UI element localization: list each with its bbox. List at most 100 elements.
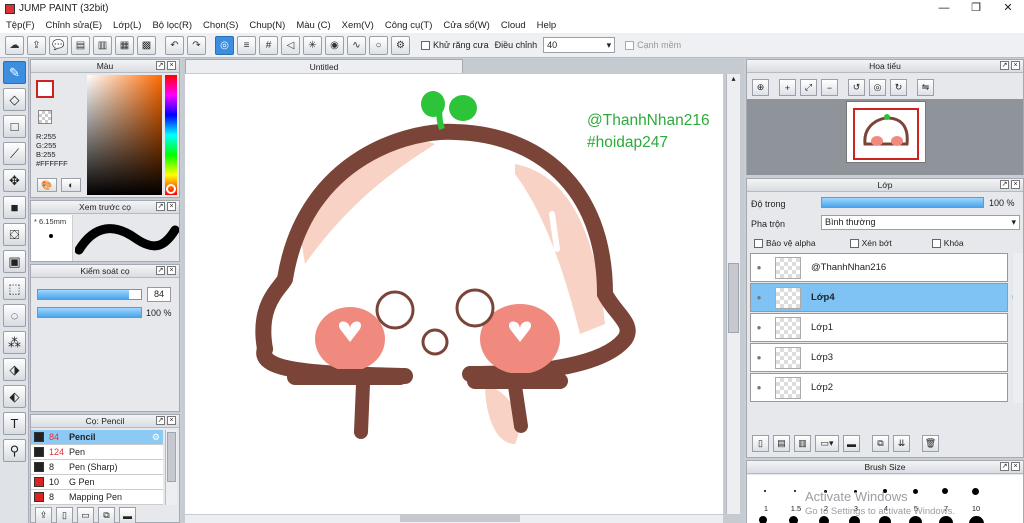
- protect-alpha-checkbox[interactable]: [754, 238, 763, 248]
- layer-opacity-slider[interactable]: [821, 197, 984, 208]
- panel-float-icon[interactable]: ↗: [1000, 61, 1009, 70]
- brush-size-dot[interactable]: [849, 516, 860, 523]
- canvas-horizontal-scrollbar[interactable]: [185, 515, 723, 523]
- selection-none-icon[interactable]: ◎: [215, 35, 234, 55]
- color-history-icon[interactable]: ◐: [61, 178, 81, 192]
- snap-settings-icon[interactable]: ⚙: [391, 35, 410, 55]
- brush-row[interactable]: 8 Pen (Sharp): [31, 460, 163, 475]
- magic-wand-tool-icon[interactable]: ⁂: [3, 331, 26, 354]
- adjust-dropdown[interactable]: 40 ▾: [543, 37, 616, 53]
- brush-size-dot[interactable]: [764, 490, 766, 492]
- panel-close-icon[interactable]: ×: [1011, 462, 1020, 471]
- brush-size-slider[interactable]: [37, 289, 142, 300]
- menu-capture[interactable]: Chup(N): [249, 20, 285, 31]
- curve-icon[interactable]: ∿: [347, 35, 366, 55]
- concentric-icon[interactable]: ◉: [325, 35, 344, 55]
- brush-add-icon[interactable]: ▭: [77, 507, 94, 523]
- add-layer-menu-icon[interactable]: ▭▾: [815, 435, 839, 452]
- close-button[interactable]: ✕: [992, 0, 1024, 17]
- menu-window[interactable]: Cửa sổ(W): [443, 20, 489, 31]
- panel-float-icon[interactable]: ↗: [1000, 462, 1009, 471]
- brush-size-dot[interactable]: [794, 490, 796, 492]
- grid-settings-icon[interactable]: ▩: [137, 35, 156, 55]
- brush-row[interactable]: 84 Pencil ⚙: [31, 430, 163, 445]
- rotate-left-icon[interactable]: ↺: [848, 79, 865, 96]
- perspective-icon[interactable]: ◁: [281, 35, 300, 55]
- brush-size-dot[interactable]: [759, 516, 767, 523]
- hatch-icon[interactable]: ≡: [237, 35, 256, 55]
- lasso-tool-icon[interactable]: ◌: [3, 304, 26, 327]
- brush-opacity-slider[interactable]: [37, 307, 142, 318]
- canvas-tab[interactable]: Untitled: [185, 59, 463, 73]
- maximize-button[interactable]: ❐: [960, 0, 992, 17]
- bucket-tool-icon[interactable]: ⛋: [3, 223, 26, 246]
- new-folder-layer-icon[interactable]: ▥: [794, 435, 811, 452]
- scroll-thumb[interactable]: [728, 263, 739, 333]
- brush-size-dot[interactable]: [942, 488, 948, 494]
- cloud-icon[interactable]: ☁: [5, 35, 24, 55]
- gradient-tool-icon[interactable]: ▣: [3, 250, 26, 273]
- primary-color-swatch[interactable]: [36, 80, 54, 98]
- brush-size-dot[interactable]: [879, 516, 891, 523]
- zoom-icon[interactable]: ⊕: [752, 79, 769, 96]
- drawing-canvas[interactable]: @ThanhNhan216 #hoidap247: [185, 74, 723, 514]
- layer-row[interactable]: ● Lớp2: [750, 373, 1008, 402]
- menu-file[interactable]: Tệp(F): [6, 20, 35, 31]
- panel-float-icon[interactable]: ↗: [156, 61, 165, 70]
- menu-layer[interactable]: Lớp(L): [113, 20, 141, 31]
- antialias-checkbox[interactable]: [421, 40, 430, 50]
- layer-row[interactable]: ● @ThanhNhan216: [750, 253, 1008, 282]
- blend-mode-dropdown[interactable]: Bình thường ▾: [821, 215, 1020, 230]
- brush-row[interactable]: 124 Pen: [31, 445, 163, 460]
- brush-list-scrollbar[interactable]: [165, 430, 177, 505]
- brush-row[interactable]: 10 G Pen: [31, 475, 163, 490]
- new-layer-icon[interactable]: ▯: [752, 435, 769, 452]
- brush-size-dot[interactable]: [789, 516, 798, 523]
- panel-close-icon[interactable]: ×: [1011, 61, 1020, 70]
- transparent-color-swatch[interactable]: [38, 110, 52, 124]
- eyedropper-tool-icon[interactable]: ⚲: [3, 439, 26, 462]
- rotate-reset-icon[interactable]: ◎: [869, 79, 886, 96]
- select-pen-tool-icon[interactable]: ⬗: [3, 358, 26, 381]
- visibility-icon[interactable]: ●: [751, 383, 767, 392]
- duplicate-layer-icon[interactable]: ⧉: [872, 435, 889, 452]
- brush-row[interactable]: 8 Mapping Pen: [31, 490, 163, 505]
- redo-icon[interactable]: ↷: [187, 35, 206, 55]
- merge-layer-icon[interactable]: ⇊: [893, 435, 910, 452]
- folder-icon[interactable]: ▬: [843, 435, 860, 452]
- flip-icon[interactable]: ⇋: [917, 79, 934, 96]
- visibility-icon[interactable]: ●: [751, 293, 767, 302]
- layer-row[interactable]: ●Lớp4⚙: [750, 283, 1021, 312]
- brush-size-dot[interactable]: [912, 488, 918, 494]
- new-layer-copy-icon[interactable]: ▤: [773, 435, 790, 452]
- menu-select[interactable]: Chọn(S): [203, 20, 238, 31]
- radial-icon[interactable]: ✳: [303, 35, 322, 55]
- panel-close-icon[interactable]: ×: [167, 61, 176, 70]
- panel-close-icon[interactable]: ×: [167, 266, 176, 275]
- menu-tools[interactable]: Công cụ(T): [385, 20, 433, 31]
- layer-row[interactable]: ● Lớp1: [750, 313, 1008, 342]
- menu-help[interactable]: Help: [537, 20, 557, 31]
- panel-close-icon[interactable]: ×: [1011, 180, 1020, 189]
- canvas-vertical-scrollbar[interactable]: ▴: [726, 74, 740, 514]
- select-eraser-tool-icon[interactable]: ⬖: [3, 385, 26, 408]
- layer-list-scrollbar[interactable]: [1013, 253, 1023, 403]
- menu-filter[interactable]: Bộ lọc(R): [152, 20, 192, 31]
- upload-icon[interactable]: ⇪: [27, 35, 46, 55]
- lock-checkbox[interactable]: [931, 238, 941, 248]
- brush-settings-icon[interactable]: ⚙: [152, 432, 160, 443]
- line-tool-icon[interactable]: ⟋: [3, 142, 26, 165]
- speech-bubble-icon[interactable]: 💬: [49, 35, 68, 55]
- panel-float-icon[interactable]: ↗: [156, 202, 165, 211]
- clip-checkbox[interactable]: [849, 238, 859, 248]
- visibility-icon[interactable]: ●: [751, 353, 767, 362]
- brush-size-dot[interactable]: [939, 516, 953, 523]
- brush-size-input[interactable]: 84: [147, 287, 171, 302]
- hue-slider[interactable]: [165, 75, 177, 195]
- undo-icon[interactable]: ↶: [165, 35, 184, 55]
- delete-layer-icon[interactable]: 🗑: [922, 435, 939, 452]
- brush-folder-icon[interactable]: ▬: [119, 507, 136, 523]
- menu-color[interactable]: Màu (C): [296, 20, 330, 31]
- panel-float-icon[interactable]: ↗: [156, 266, 165, 275]
- panel-float-icon[interactable]: ↗: [156, 416, 165, 425]
